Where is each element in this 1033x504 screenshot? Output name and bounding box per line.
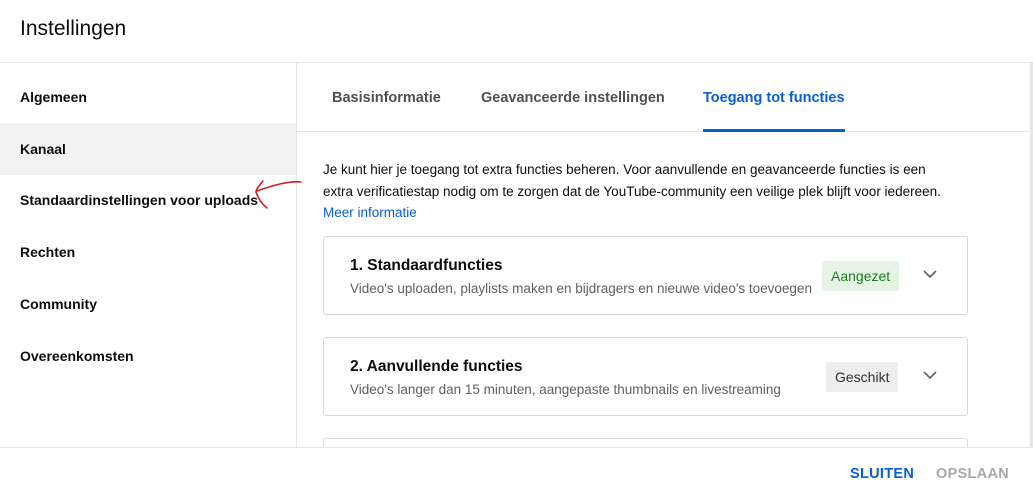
tab-label: Geavanceerde instellingen — [481, 89, 665, 106]
settings-dialog: Instellingen Algemeen Kanaal Standaardin… — [0, 0, 1033, 504]
feature-card-standard[interactable]: 1. Standaardfuncties Video's uploaden, p… — [323, 236, 968, 315]
chevron-down-icon[interactable] — [921, 265, 939, 283]
feature-card-additional[interactable]: 2. Aanvullende functies Video's langer d… — [323, 337, 968, 416]
intro-text-line: Je kunt hier je toegang tot extra functi… — [323, 162, 926, 177]
status-badge-eligible: Geschikt — [826, 362, 899, 392]
card-description: Video's langer dan 15 minuten, aangepast… — [350, 382, 781, 397]
sidebar-item-algemeen[interactable]: Algemeen — [0, 71, 296, 123]
settings-main-panel: Basisinformatie Geavanceerde instellinge… — [297, 63, 1030, 447]
active-tab-indicator — [703, 129, 845, 132]
intro-text-line: extra verificatiestap nodig om te zorgen… — [323, 183, 941, 199]
more-info-link[interactable]: Meer informatie — [323, 202, 417, 224]
sidebar-item-label: Kanaal — [20, 141, 66, 157]
card-title: 1. Standaardfuncties — [350, 257, 503, 274]
tab-label: Toegang tot functies — [703, 89, 845, 106]
status-badge-enabled: Aangezet — [822, 261, 900, 291]
sidebar-item-label: Rechten — [20, 244, 76, 260]
tab-toegang-tot-functies[interactable]: Toegang tot functies — [703, 63, 845, 132]
dialog-header: Instellingen — [0, 0, 1033, 63]
sidebar-item-overeenkomsten[interactable]: Overeenkomsten — [0, 330, 296, 382]
sidebar-item-label: Standaardinstellingen voor uploads — [20, 192, 259, 208]
chevron-down-icon[interactable] — [921, 366, 939, 384]
card-title: 2. Aanvullende functies — [350, 358, 523, 375]
feature-access-intro: Je kunt hier je toegang tot extra functi… — [323, 159, 983, 224]
tab-geavanceerde-instellingen[interactable]: Geavanceerde instellingen — [481, 63, 665, 132]
sidebar-item-rechten[interactable]: Rechten — [0, 226, 296, 278]
feature-card-advanced[interactable] — [323, 438, 968, 447]
sidebar-item-label: Algemeen — [20, 89, 87, 105]
tab-bar: Basisinformatie Geavanceerde instellinge… — [297, 63, 1030, 132]
settings-sidebar: Algemeen Kanaal Standaardinstellingen vo… — [0, 63, 297, 447]
card-description: Video's uploaden, playlists maken en bij… — [350, 281, 812, 296]
sidebar-item-label: Overeenkomsten — [20, 348, 134, 364]
tab-basisinformatie[interactable]: Basisinformatie — [332, 63, 441, 132]
dialog-footer: SLUITEN OPSLAAN — [0, 447, 1033, 504]
sidebar-item-community[interactable]: Community — [0, 278, 296, 330]
close-button[interactable]: SLUITEN — [850, 466, 914, 482]
sidebar-item-kanaal[interactable]: Kanaal — [0, 123, 296, 175]
sidebar-item-label: Community — [20, 296, 97, 312]
tab-label: Basisinformatie — [332, 89, 441, 106]
save-button[interactable]: OPSLAAN — [936, 466, 1009, 482]
dialog-title: Instellingen — [20, 17, 127, 40]
